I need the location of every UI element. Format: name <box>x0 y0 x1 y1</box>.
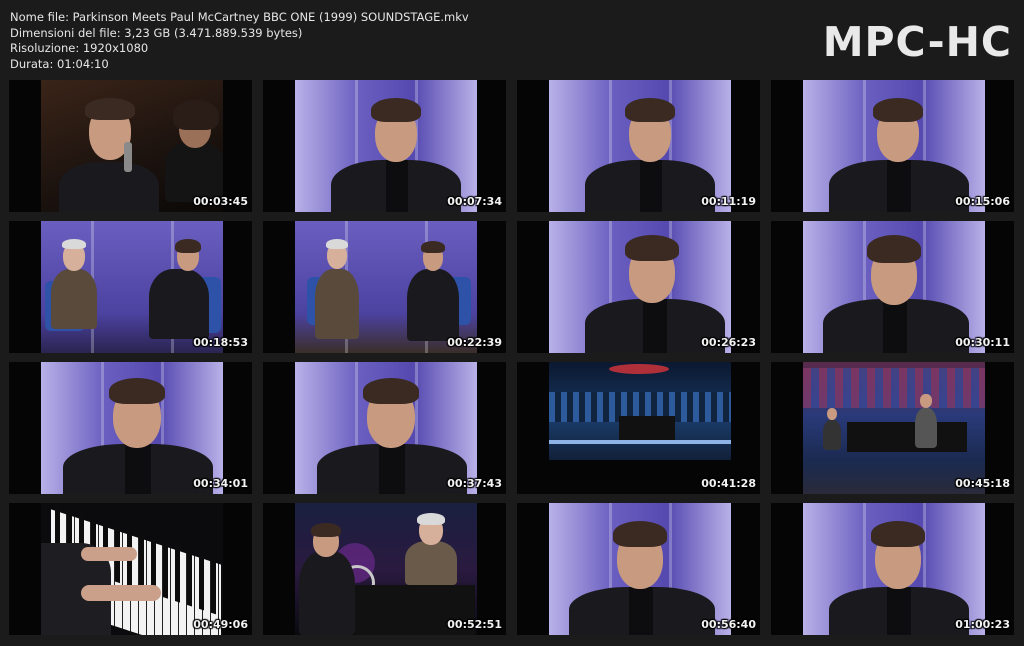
frame-image <box>803 362 985 494</box>
thumbnail[interactable]: 01:00:23 <box>771 503 1014 635</box>
frame-image <box>803 503 985 635</box>
frame-image <box>295 362 477 494</box>
frame-image <box>549 503 731 635</box>
file-duration: Durata: 01:04:10 <box>10 56 109 71</box>
thumbnail[interactable]: 00:11:19 <box>517 80 760 212</box>
frame-image <box>41 503 223 635</box>
thumbnail-grid: 00:03:45 00:07:34 00:11:19 00:15:06 00:1… <box>9 80 1015 636</box>
timestamp: 00:03:45 <box>193 195 248 208</box>
frame-image <box>549 221 731 353</box>
thumbnail[interactable]: 00:45:18 <box>771 362 1014 494</box>
thumbnail[interactable]: 00:22:39 <box>263 221 506 353</box>
timestamp: 00:18:53 <box>193 336 248 349</box>
thumbnail[interactable]: 00:41:28 <box>517 362 760 494</box>
frame-image <box>41 221 223 353</box>
timestamp: 00:45:18 <box>955 477 1010 490</box>
thumbnail[interactable]: 00:37:43 <box>263 362 506 494</box>
frame-image <box>295 80 477 212</box>
timestamp: 00:22:39 <box>447 336 502 349</box>
mpc-hc-logo: MPC-HC <box>822 18 1012 66</box>
file-resolution: Risoluzione: 1920x1080 <box>10 41 149 55</box>
timestamp: 00:41:28 <box>701 477 756 490</box>
timestamp: 00:37:43 <box>447 477 502 490</box>
frame-image <box>295 503 477 635</box>
frame-image <box>41 362 223 494</box>
timestamp: 00:26:23 <box>701 336 756 349</box>
thumbnail[interactable]: 00:52:51 <box>263 503 506 635</box>
timestamp: 00:34:01 <box>193 477 248 490</box>
frame-image <box>41 80 223 212</box>
timestamp: 00:11:19 <box>701 195 756 208</box>
thumbnail[interactable]: 00:07:34 <box>263 80 506 212</box>
timestamp: 00:56:40 <box>701 618 756 631</box>
thumbnail[interactable]: 00:49:06 <box>9 503 252 635</box>
frame-image <box>803 80 985 212</box>
thumbnail[interactable]: 00:03:45 <box>9 80 252 212</box>
thumbnail[interactable]: 00:18:53 <box>9 221 252 353</box>
timestamp: 00:07:34 <box>447 195 502 208</box>
microphone-icon <box>124 142 132 172</box>
frame-image <box>549 80 731 212</box>
timestamp: 00:15:06 <box>955 195 1010 208</box>
thumbnail[interactable]: 00:30:11 <box>771 221 1014 353</box>
thumbnail[interactable]: 00:26:23 <box>517 221 760 353</box>
frame-image <box>549 362 731 494</box>
header: Nome file: Parkinson Meets Paul McCartne… <box>0 0 1024 78</box>
thumbnail[interactable]: 00:15:06 <box>771 80 1014 212</box>
timestamp: 00:52:51 <box>447 618 502 631</box>
timestamp: 00:49:06 <box>193 618 248 631</box>
frame-image <box>295 221 477 353</box>
file-name: Nome file: Parkinson Meets Paul McCartne… <box>10 10 469 24</box>
thumbnail[interactable]: 00:34:01 <box>9 362 252 494</box>
frame-image <box>803 221 985 353</box>
thumbnail[interactable]: 00:56:40 <box>517 503 760 635</box>
timestamp: 00:30:11 <box>955 336 1010 349</box>
file-size: Dimensioni del file: 3,23 GB (3.471.889.… <box>10 25 303 40</box>
timestamp: 01:00:23 <box>955 618 1010 631</box>
file-info: Nome file: Parkinson Meets Paul McCartne… <box>10 10 469 72</box>
